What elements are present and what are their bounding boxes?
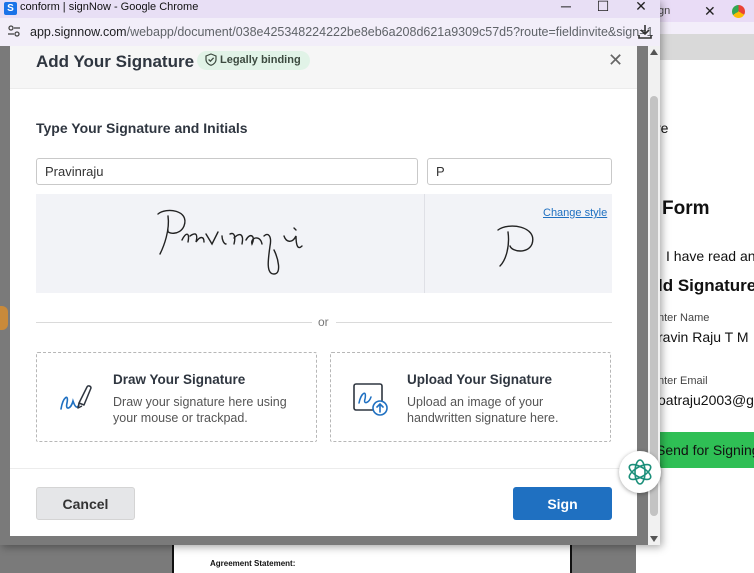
name-label: nter Name [658,312,710,324]
change-style-link[interactable]: Change style [543,207,607,219]
upload-image-icon [353,383,388,416]
agreement-statement-label: Agreement Statement: [210,559,296,568]
draw-signature-option[interactable]: Draw Your Signature Draw your signature … [36,352,317,442]
scroll-thumb[interactable] [650,96,658,516]
agreement-checkbox-label[interactable]: I have read and [666,248,754,264]
upload-signature-description: Upload an image of your handwritten sign… [407,395,559,425]
draw-pen-icon [60,385,92,410]
upload-signature-option[interactable]: Upload Your Signature Upload an image of… [330,352,611,442]
or-text: or [318,315,329,329]
close-window-button[interactable]: ✕ [631,0,651,14]
sign-button[interactable]: Sign [513,487,612,520]
chrome-icon [732,5,745,18]
download-icon[interactable] [636,23,654,41]
signature-preview: Change style [36,194,612,293]
signature-name-input[interactable] [36,158,418,185]
form-heading: Form [662,198,710,219]
window-title: conform | signNow - Google Chrome [20,1,199,13]
assistant-sparkle-icon [628,459,652,485]
site-settings-icon[interactable] [6,24,22,40]
upload-signature-title: Upload Your Signature [407,372,553,387]
modal-title: Add Your Signature [36,52,195,71]
maximize-button[interactable]: ☐ [593,0,613,14]
scroll-up-arrow-icon[interactable] [650,49,658,55]
url-host: app.signnow.com [30,25,127,39]
name-field[interactable]: ravin Raju T M [658,329,749,345]
document-page: Agreement Statement: [172,545,572,573]
signature-heading: ld Signature [658,276,754,295]
url-text[interactable]: app.signnow.com/webapp/document/038e4253… [30,25,653,39]
draw-signature-description: Draw your signature here using your mous… [113,395,287,425]
add-signature-modal: Add Your Signature Legally binding ✕ Typ… [10,46,637,536]
cancel-button[interactable]: Cancel [36,487,135,520]
section-title: Type Your Signature and Initials [36,120,248,136]
initials-input[interactable] [427,158,612,185]
modal-header: Add Your Signature Legally binding ✕ [10,46,637,89]
signature-script-graphic [157,209,303,275]
email-label: nter Email [658,375,708,387]
preview-divider [424,194,425,293]
url-path: /webapp/document/038e425348224222be8eb6a… [126,25,654,39]
legally-binding-badge: Legally binding [197,51,310,70]
assistant-button[interactable] [619,451,661,493]
close-modal-icon[interactable]: ✕ [608,50,623,71]
signnow-favicon-icon: S [4,2,17,15]
scroll-down-arrow-icon[interactable] [650,536,658,542]
or-divider-right [336,322,612,323]
draw-signature-title: Draw Your Signature [113,372,246,387]
minimize-button[interactable]: ─ [556,0,576,14]
shield-check-icon [205,53,217,66]
page-side-marker [0,306,8,330]
email-field[interactable]: oatraju2003@g [658,392,754,408]
browser-window: S conform | signNow - Google Chrome ─ ☐ … [0,0,660,545]
title-bar: S conform | signNow - Google Chrome ─ ☐ … [0,0,660,18]
background-tab-close-icon[interactable]: ✕ [704,0,716,22]
or-divider-left [36,322,312,323]
legally-binding-text: Legally binding [220,54,301,66]
modal-footer: Cancel Sign [10,468,637,536]
initials-script-graphic [497,225,534,267]
address-bar[interactable]: app.signnow.com/webapp/document/038e4253… [0,18,660,46]
